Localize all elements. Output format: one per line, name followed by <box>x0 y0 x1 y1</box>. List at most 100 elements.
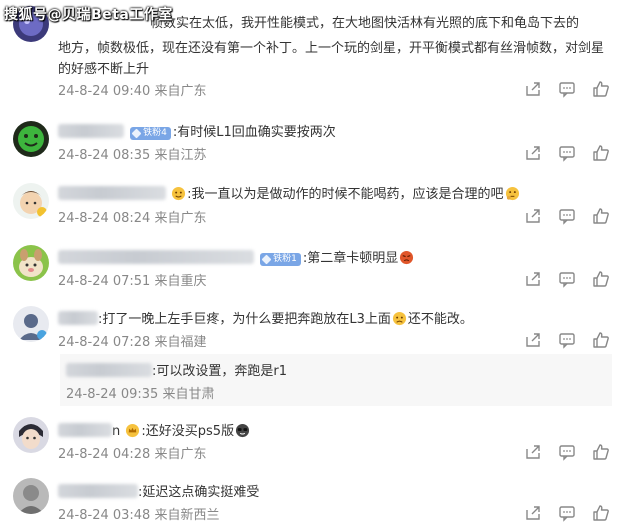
comment-actions <box>524 270 614 290</box>
comment-text: :延迟这点确实挺难受 <box>138 485 260 500</box>
comment-meta: 24-8-24 07:28 来自福建 <box>58 331 207 350</box>
blurred-username[interactable] <box>58 124 124 138</box>
comment-item: 铁粉4:有时候L1回血确实要按两次 24-8-24 08:35 来自江苏 <box>0 107 626 171</box>
comment-text-line: 铁粉4:有时候L1回血确实要按两次 <box>58 121 336 140</box>
comment-location: 来自重庆 <box>154 274 207 289</box>
comment-icon[interactable] <box>558 504 576 522</box>
comment-location: 来自广东 <box>154 84 207 99</box>
fan-badge: 铁粉4 <box>130 127 171 140</box>
comment-item: :我一直以为是做动作的时候不能喝药，应该是合理的吧 24-8-24 08:24 … <box>0 171 626 234</box>
sub-reply-location: 来自甘肃 <box>162 387 215 402</box>
share-icon[interactable] <box>524 207 542 225</box>
comment-date: 24-8-24 09:40 <box>58 84 151 99</box>
comment-item: n :还好没买ps5版 24-8-24 04:28 来自广东 <box>0 408 626 465</box>
comment-text-line: :打了一晚上左手巨疼，为什么要把奔跑放在L3上面 还不能改。 <box>58 308 473 327</box>
comment-text: :第二章卡顿明显 <box>302 251 399 266</box>
comment-date: 24-8-24 07:28 <box>58 335 151 350</box>
comment-icon[interactable] <box>558 270 576 288</box>
comment-item: :延迟这点确实挺难受 24-8-24 03:48 来自新西兰 <box>0 465 626 527</box>
thumbs-up-icon[interactable] <box>592 80 610 98</box>
avatar[interactable] <box>13 306 49 342</box>
thumbs-up-icon[interactable] <box>592 270 610 288</box>
comment-icon[interactable] <box>558 144 576 162</box>
comment-date: 24-8-24 08:24 <box>58 211 151 226</box>
avatar[interactable] <box>13 417 49 453</box>
comment-date: 24-8-24 07:51 <box>58 274 151 289</box>
comment-icon[interactable] <box>558 443 576 461</box>
avatar[interactable] <box>13 121 49 157</box>
share-icon[interactable] <box>524 144 542 162</box>
comment-meta: 24-8-24 04:28 来自广东 <box>58 443 207 462</box>
thumbs-up-icon[interactable] <box>592 207 610 225</box>
comment-icon[interactable] <box>558 331 576 349</box>
comment-meta: 24-8-24 07:51 来自重庆 <box>58 270 207 289</box>
comment-item: 铁粉1:第二章卡顿明显 24-8-24 07:51 来自重庆 <box>0 234 626 296</box>
watermark: 搜狐号@贝瑞Beta工作室 <box>4 7 173 23</box>
crown-icon <box>126 423 140 438</box>
comment-location: 来自江苏 <box>154 148 207 163</box>
comment-actions <box>524 443 614 463</box>
comment-date: 24-8-24 08:35 <box>58 148 151 163</box>
thumbs-up-icon[interactable] <box>592 144 610 162</box>
comment-location: 来自广东 <box>154 447 207 462</box>
sub-reply: :可以改设置，奔跑是r1 24-8-24 09:35 来自甘肃 <box>60 354 612 406</box>
share-icon[interactable] <box>524 270 542 288</box>
comment-text: 帧数实在太低，我开性能模式，在大地图快活林有光照的底下和龟岛下去的 <box>150 16 580 31</box>
blurred-username[interactable] <box>58 186 166 200</box>
comment-meta: 24-8-24 08:24 来自广东 <box>58 207 207 226</box>
comment-text-line: 铁粉1:第二章卡顿明显 <box>58 247 415 266</box>
avatar[interactable] <box>13 245 49 281</box>
thumbs-up-icon[interactable] <box>592 443 610 461</box>
comment-date: 24-8-24 03:48 <box>58 508 151 523</box>
avatar[interactable] <box>13 183 49 219</box>
comment-actions <box>524 207 614 227</box>
comment-text: 地方，帧数极低，现在还没有第一个补丁。上一个玩的剑星，开平衡模式都有丝滑帧数，对… <box>58 41 605 56</box>
comment-location: 来自广东 <box>154 211 207 226</box>
comment-meta: 24-8-24 09:40 来自广东 <box>58 80 207 99</box>
comment-text: 的好感不断上升 <box>58 62 150 77</box>
thumbs-up-icon[interactable] <box>592 504 610 522</box>
thumbs-up-icon[interactable] <box>592 331 610 349</box>
share-icon[interactable] <box>524 443 542 461</box>
blurred-username[interactable] <box>58 250 254 264</box>
sub-reply-meta: 24-8-24 09:35 来自甘肃 <box>66 383 215 402</box>
comment-item: :打了一晚上左手巨疼，为什么要把奔跑放在L3上面 还不能改。 24-8-24 07… <box>0 296 626 408</box>
username-tail[interactable]: n <box>112 424 120 439</box>
comment-text: :打了一晚上左手巨疼，为什么要把奔跑放在L3上面 <box>98 312 391 327</box>
share-icon[interactable] <box>524 80 542 98</box>
comment-actions <box>524 144 614 164</box>
blurred-username[interactable] <box>58 311 98 325</box>
comment-location: 来自福建 <box>154 335 207 350</box>
sub-reply-text-line: :可以改设置，奔跑是r1 <box>66 360 287 379</box>
share-icon[interactable] <box>524 504 542 522</box>
thinking-emoji-icon <box>505 186 519 201</box>
comment-text: :我一直以为是做动作的时候不能喝药，应该是合理的吧 <box>187 187 504 202</box>
sub-reply-date: 24-8-24 09:35 <box>66 387 159 402</box>
angry-emoji-icon <box>400 250 414 265</box>
comment-meta: 24-8-24 08:35 来自江苏 <box>58 144 207 163</box>
sad-emoji-icon <box>392 311 406 326</box>
comment-location: 来自新西兰 <box>154 508 220 523</box>
comment-actions <box>524 80 614 100</box>
comment-date: 24-8-24 04:28 <box>58 447 151 462</box>
comment-actions <box>524 331 614 351</box>
comment-text: :有时候L1回血确实要按两次 <box>172 125 336 140</box>
fan-badge: 铁粉1 <box>260 253 301 266</box>
avatar[interactable] <box>13 478 49 514</box>
comment-text-after: 还不能改。 <box>407 312 473 327</box>
comment-icon[interactable] <box>558 207 576 225</box>
comment-text: :还好没买ps5版 <box>141 424 235 439</box>
sunglasses-emoji-icon <box>236 423 250 438</box>
comment-text-line: n :还好没买ps5版 <box>58 420 251 439</box>
emoji-icon <box>172 186 186 201</box>
comment-actions <box>524 504 614 524</box>
share-icon[interactable] <box>524 331 542 349</box>
comment-text-line: :延迟这点确实挺难受 <box>58 481 259 500</box>
blurred-username[interactable] <box>58 423 112 437</box>
comment-meta: 24-8-24 03:48 来自新西兰 <box>58 504 220 523</box>
comment-text-line: :我一直以为是做动作的时候不能喝药，应该是合理的吧 <box>58 183 521 202</box>
comment-icon[interactable] <box>558 80 576 98</box>
sub-reply-text: :可以改设置，奔跑是r1 <box>152 364 287 379</box>
blurred-username[interactable] <box>58 484 138 498</box>
blurred-username[interactable] <box>66 363 152 377</box>
